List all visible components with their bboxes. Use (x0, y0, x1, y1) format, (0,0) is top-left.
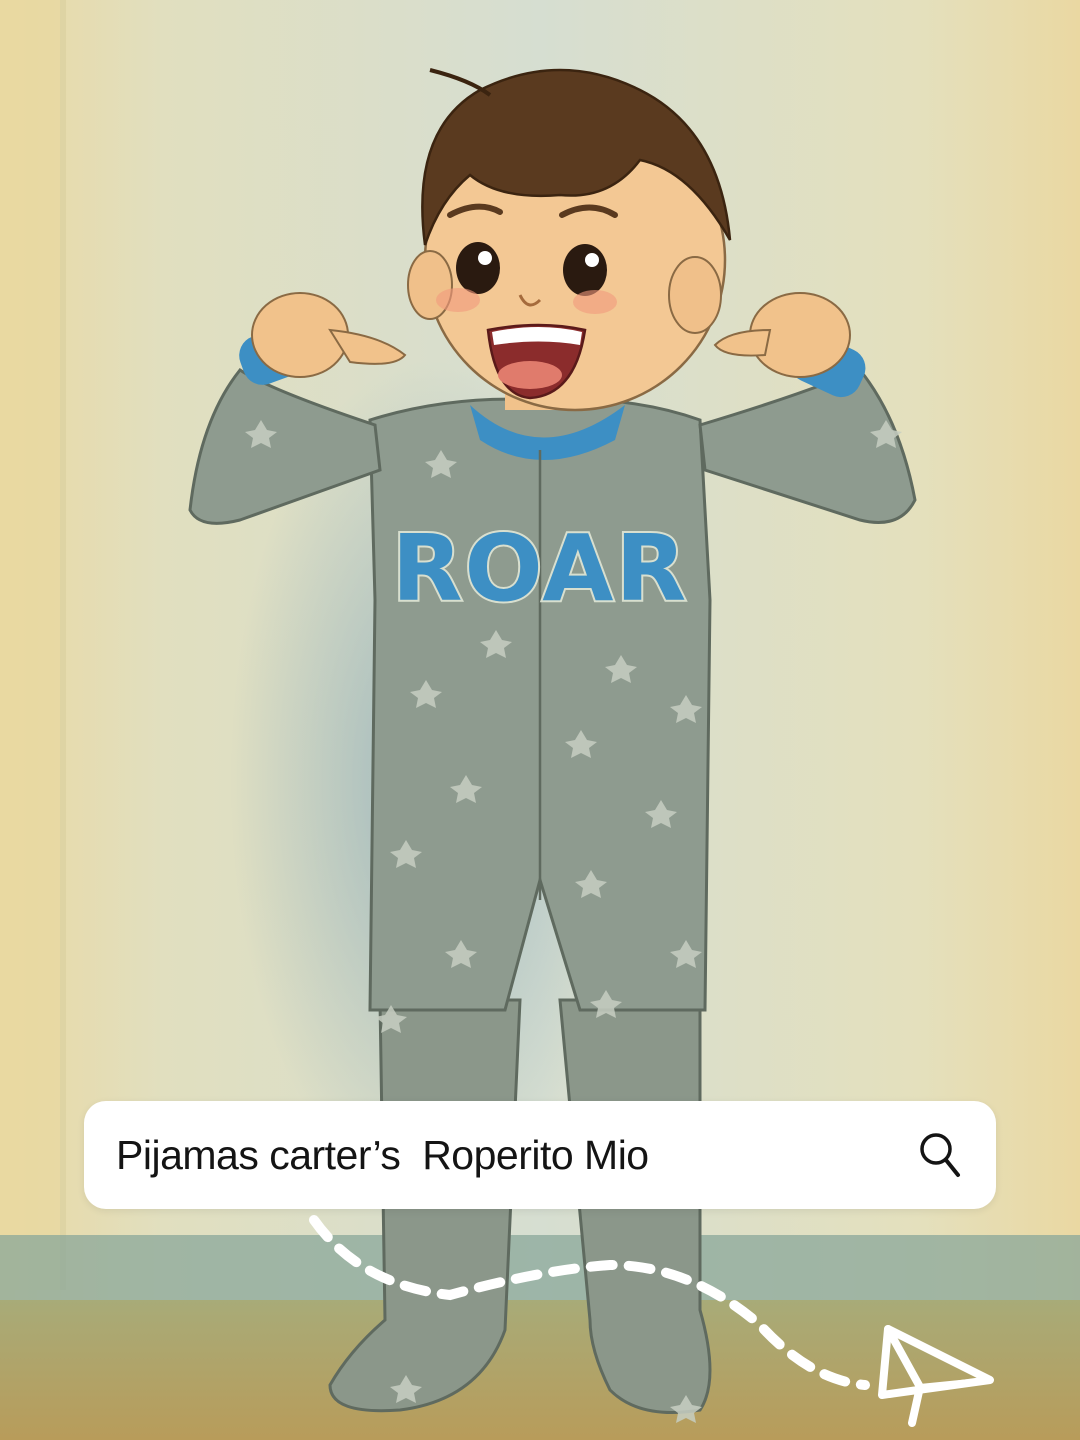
scene: ROAR Pijamas carter’s Roperito Mio (0, 0, 1080, 1440)
search-icon[interactable] (918, 1129, 962, 1181)
shirt-print: ROAR (392, 515, 689, 622)
search-bar[interactable]: Pijamas carter’s Roperito Mio (84, 1101, 996, 1209)
search-query-text[interactable]: Pijamas carter’s Roperito Mio (116, 1132, 918, 1179)
boy-illustration: ROAR (0, 0, 1080, 1440)
